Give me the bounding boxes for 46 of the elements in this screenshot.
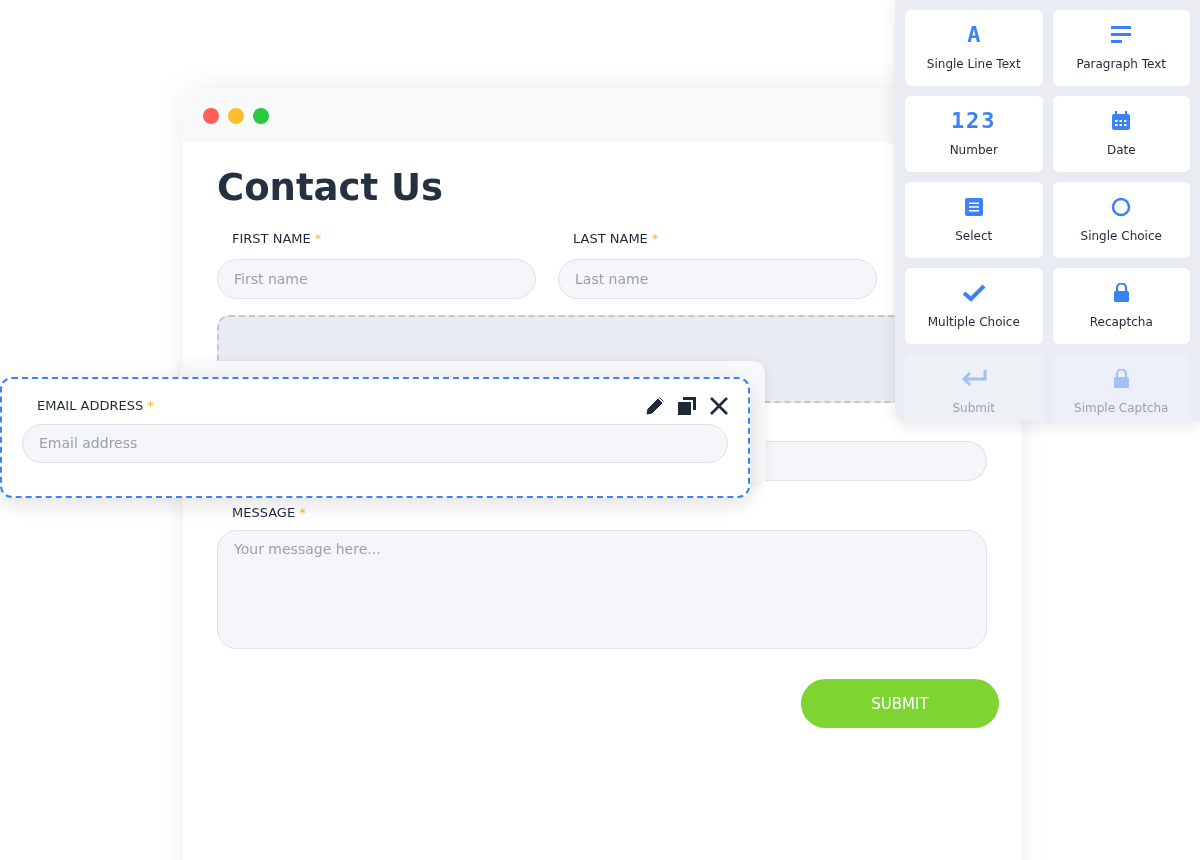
field-type-tile[interactable]: 123 Number [905,96,1043,172]
field-type-tile[interactable]: Single Choice [1052,182,1190,258]
tile-label: Submit [952,399,996,417]
required-mark: * [299,503,306,522]
field-type-tile[interactable]: A Single Line Text [905,10,1043,86]
form-title: Contact Us [217,165,444,211]
message-textarea[interactable]: Your message here... [217,530,987,650]
tile-label: Date [1106,141,1136,159]
field-label: LAST NAME [573,230,648,249]
list-icon [964,197,983,216]
pencil-icon[interactable] [646,396,664,415]
tile-label: Multiple Choice [927,313,1020,331]
check-icon [961,283,986,302]
field-type-tile[interactable]: Date [1052,96,1190,172]
required-mark: * [314,230,322,249]
digits-icon: 123 [950,109,997,132]
field-type-tile[interactable]: Select [905,182,1043,258]
lock-icon [1113,283,1129,302]
tile-label: Select [955,227,993,245]
copy-icon[interactable] [678,396,696,415]
tile-label: Simple Captcha [1074,399,1169,417]
tile-label: Single Choice [1080,227,1162,245]
letter-icon: A [967,23,981,46]
field-type-tile[interactable]: Multiple Choice [905,268,1043,344]
field-type-tile[interactable]: Recaptcha [1052,268,1190,344]
tile-label: Paragraph Text [1076,55,1167,73]
lock-icon [1113,369,1129,388]
tile-label: Number [949,141,998,159]
tile-label: Single Line Text [926,55,1021,73]
input-field[interactable] [766,440,987,481]
email-input[interactable]: Email address [22,423,728,463]
field-type-tile[interactable]: Paragraph Text [1052,10,1190,86]
circle-icon [1111,196,1132,217]
field-label: FIRST NAME [232,230,311,249]
field-label: EMAIL ADDRESS [37,397,144,415]
text-input[interactable]: First name [217,258,536,299]
dragged-field-card[interactable]: EMAIL ADDRESS * Email address [0,377,750,498]
field-label: MESSAGE [232,503,296,522]
return-arrow-icon [959,368,988,389]
required-mark: * [651,230,659,249]
paragraph-icon [1111,25,1132,44]
tile-label: Recaptcha [1089,313,1153,331]
calendar-icon [1112,111,1131,130]
text-input[interactable]: Last name [558,258,877,299]
close-icon[interactable] [710,396,728,415]
required-mark: * [147,397,154,415]
